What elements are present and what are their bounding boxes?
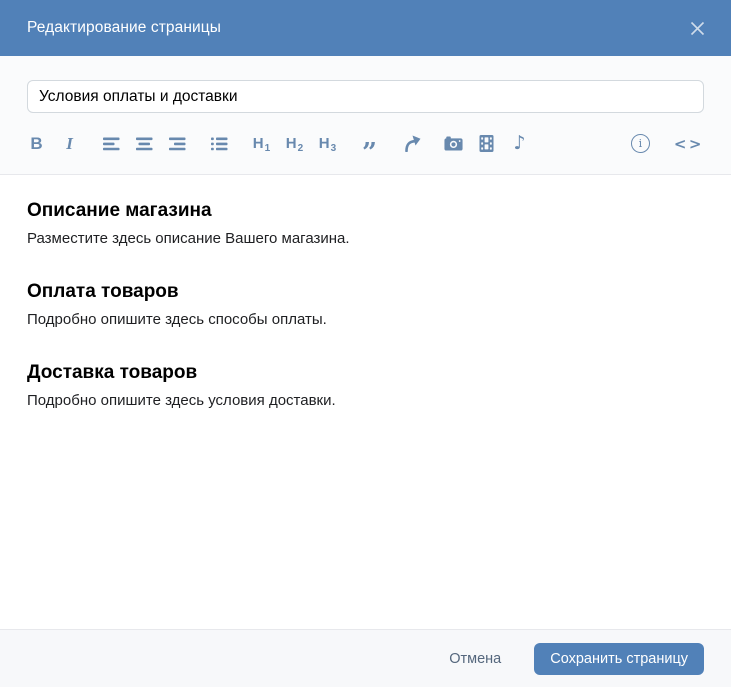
formatting-toolbar: B I H1 H2 H3 ” ♪ i <>	[27, 113, 704, 174]
bullet-list-button[interactable]	[210, 133, 229, 155]
bold-icon: B	[30, 133, 43, 153]
section-text: Разместите здесь описание Вашего магазин…	[27, 230, 350, 247]
music-button[interactable]: ♪	[510, 133, 529, 155]
section-heading: Описание магазина	[27, 200, 212, 221]
heading3-button[interactable]: H3	[318, 133, 337, 155]
section-text: Подробно опишите здесь способы оплаты.	[27, 311, 327, 328]
cancel-button[interactable]: Отмена	[449, 651, 501, 667]
link-arrow-icon	[404, 135, 420, 152]
section-heading: Доставка товаров	[27, 362, 198, 383]
editor-top-panel: B I	[0, 56, 731, 175]
page-title-input[interactable]	[27, 80, 704, 113]
info-button[interactable]: i	[630, 134, 650, 153]
content-section: Оплата товаров Подробно опишите здесь сп…	[27, 281, 704, 330]
align-right-button[interactable]	[168, 133, 187, 155]
align-left-icon	[103, 137, 120, 150]
info-icon: i	[638, 137, 643, 150]
film-icon	[479, 135, 494, 152]
camera-icon	[444, 136, 463, 151]
close-button[interactable]	[685, 16, 709, 40]
italic-icon: I	[66, 133, 73, 153]
music-note-icon: ♪	[513, 132, 526, 154]
video-button[interactable]	[477, 133, 496, 155]
modal-title: Редактирование страницы	[27, 19, 222, 36]
code-view-button[interactable]: <>	[674, 135, 704, 153]
heading3-icon: H3	[318, 135, 337, 154]
edit-page-modal: Редактирование страницы B I	[0, 0, 731, 687]
heading2-icon: H2	[285, 135, 304, 154]
toolbar-right-group: i <>	[630, 134, 704, 153]
modal-header: Редактирование страницы	[0, 0, 731, 56]
bullet-list-icon	[211, 137, 228, 150]
section-text: Подробно опишите здесь условия доставки.	[27, 392, 336, 409]
modal-footer: Отмена Сохранить страницу	[0, 629, 731, 687]
heading2-button[interactable]: H2	[285, 133, 304, 155]
section-heading: Оплата товаров	[27, 281, 179, 302]
align-center-icon	[136, 137, 153, 150]
blockquote-button[interactable]: ”	[360, 133, 379, 166]
save-page-button[interactable]: Сохранить страницу	[534, 642, 704, 675]
align-right-icon	[169, 137, 186, 150]
link-button[interactable]	[402, 133, 421, 155]
align-left-button[interactable]	[102, 133, 121, 155]
bold-button[interactable]: B	[27, 133, 46, 155]
photo-button[interactable]	[444, 133, 463, 155]
close-icon	[690, 21, 704, 35]
heading1-button[interactable]: H1	[252, 133, 271, 155]
content-section: Доставка товаров Подробно опишите здесь …	[27, 362, 704, 411]
italic-button[interactable]: I	[60, 133, 79, 155]
content-section: Описание магазина Разместите здесь описа…	[27, 200, 704, 249]
code-icon: <>	[673, 134, 704, 153]
page-content-editor[interactable]: Описание магазина Разместите здесь описа…	[0, 175, 731, 629]
align-center-button[interactable]	[135, 133, 154, 155]
heading1-icon: H1	[252, 135, 271, 154]
